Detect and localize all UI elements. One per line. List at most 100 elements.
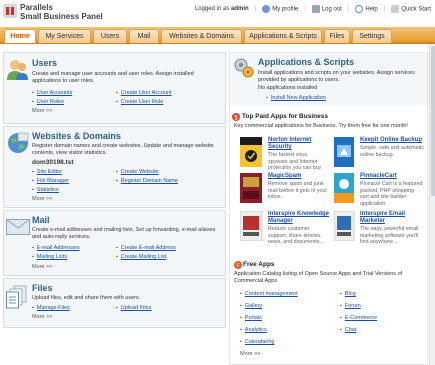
users-panel: Users Create and manage user accounts an… xyxy=(3,52,226,124)
statistics-link[interactable]: Statistics xyxy=(32,187,59,193)
help-link[interactable]: Help xyxy=(355,5,378,13)
files-title: Files xyxy=(32,283,53,293)
knowledge-manager-link[interactable]: Interspire Knowledge Manager xyxy=(268,211,330,225)
chat-link[interactable]: Chat xyxy=(340,327,357,333)
magicspam-box-icon xyxy=(240,173,262,203)
applications-description: Install applications and scripts on your… xyxy=(258,70,415,83)
email-marketer-description: The easy, powerful email marketing softw… xyxy=(360,226,419,245)
mail-more-link[interactable]: More >> xyxy=(32,264,52,270)
envelope-icon xyxy=(6,219,30,235)
current-user: admin xyxy=(231,6,249,12)
free-apps-title: Free Apps xyxy=(243,261,275,268)
tab-settings[interactable]: Settings xyxy=(352,29,392,43)
mail-panel: Mail Create e-mail addresses and mailing… xyxy=(3,210,226,276)
register-domain-link[interactable]: Register Domain Name xyxy=(116,178,178,184)
norton-link[interactable]: Norton Internet Security xyxy=(268,137,328,151)
quick-start-link[interactable]: Quick Start xyxy=(391,5,431,13)
users-icon xyxy=(7,60,28,80)
websites-title: Websites & Domains xyxy=(32,131,121,141)
mailing-lists-link[interactable]: Mailing Lists xyxy=(32,254,67,260)
create-user-account-link[interactable]: Create User Account xyxy=(116,90,172,96)
ecommerce-link[interactable]: E-Commerce xyxy=(340,315,377,321)
pinnaclecart-link[interactable]: PinnacleCart xyxy=(360,173,424,180)
quick-start-icon xyxy=(391,5,400,13)
files-description: Upload files, edit and share them with u… xyxy=(32,295,141,301)
create-email-address-link[interactable]: Create E-mail Address xyxy=(116,245,176,251)
logo-line-2: Small Business Panel xyxy=(20,12,103,21)
logged-in-label: Logged in as admin xyxy=(195,6,249,12)
globe-icon xyxy=(8,132,29,153)
domain-name: dom30198.tst xyxy=(32,159,74,166)
help-icon xyxy=(355,5,364,13)
site-editor-link[interactable]: Site Editor xyxy=(32,169,62,175)
manage-files-link[interactable]: Manage Files xyxy=(32,305,70,311)
applications-title: Applications & Scripts xyxy=(258,57,355,67)
profile-icon xyxy=(262,5,271,13)
users-description: Create and manage user accounts and user… xyxy=(32,71,194,84)
analytics-link[interactable]: Analytics xyxy=(240,327,267,333)
tab-mail[interactable]: Mail xyxy=(129,29,159,43)
calendaring-link[interactable]: Calendaring xyxy=(240,339,275,345)
my-profile-label: My profile xyxy=(272,6,299,13)
top-user-bar: Logged in as admin | My profile | Log ou… xyxy=(195,5,431,13)
users-more-link[interactable]: More >> xyxy=(32,108,52,114)
divider: | xyxy=(304,6,306,12)
tab-applications-scripts[interactable]: Applications & Scripts xyxy=(244,29,322,43)
gallery-link[interactable]: Gallery xyxy=(240,303,262,309)
files-panel: Files Upload files, edit and share them … xyxy=(3,278,226,328)
forum-link[interactable]: Forum xyxy=(340,303,361,309)
no-apps-installed: No applications installed xyxy=(258,85,318,91)
log-out-link[interactable]: Log out xyxy=(311,5,342,13)
websites-more-link[interactable]: More >> xyxy=(32,196,52,202)
magicspam-link[interactable]: MagicSpam xyxy=(268,173,328,180)
email-marketer-link[interactable]: Interspire Email Marketer xyxy=(360,211,424,225)
applications-column: Applications & Scripts Install applicati… xyxy=(229,52,428,365)
install-new-application-link[interactable]: Install New Application xyxy=(266,95,326,101)
keepit-box-icon xyxy=(334,137,354,167)
tab-my-services[interactable]: My Services xyxy=(38,29,91,43)
email-marketer-box-icon xyxy=(334,211,355,241)
divider: | xyxy=(383,6,386,12)
blog-link[interactable]: Blog xyxy=(340,291,356,297)
parallels-logo-icon xyxy=(3,4,17,18)
create-user-role-link[interactable]: Create User Role xyxy=(116,99,164,105)
main-navigation: Home My Services Users Mail Websites & D… xyxy=(0,27,435,44)
files-icon xyxy=(6,285,27,309)
scrollbar-thumb[interactable] xyxy=(431,46,435,196)
user-roles-link[interactable]: User Roles xyxy=(32,99,64,105)
product-name: Parallels Small Business Panel xyxy=(20,3,103,21)
paid-apps-icon: $ xyxy=(232,113,240,121)
users-title: Users xyxy=(32,58,58,68)
top-paid-apps-subtitle: Key commercial applications for Business… xyxy=(234,123,408,129)
my-profile-link[interactable]: My profile xyxy=(262,5,298,13)
content-management-link[interactable]: Content management xyxy=(240,291,298,297)
keepit-link[interactable]: Keepit Online Backup xyxy=(360,137,424,144)
logout-icon xyxy=(311,5,320,13)
portals-link[interactable]: Portals xyxy=(240,315,262,321)
vertical-scrollbar[interactable] xyxy=(429,44,435,365)
free-apps-more-link[interactable]: More >> xyxy=(240,351,260,357)
knowledge-manager-description: Reduce customer support, share articles,… xyxy=(268,226,324,245)
create-mailing-list-link[interactable]: Create Mailing List xyxy=(116,254,167,260)
help-label: Help xyxy=(365,6,378,13)
log-out-label: Log out xyxy=(321,6,342,13)
websites-panel: Websites & Domains Register domain names… xyxy=(3,126,226,208)
email-addresses-link[interactable]: E-mail Addresses xyxy=(32,245,80,251)
upload-files-link[interactable]: Upload Files xyxy=(116,305,152,311)
tab-websites-domains[interactable]: Websites & Domains xyxy=(161,29,242,43)
top-paid-apps-title: Top Paid Apps for Business xyxy=(242,113,328,120)
tab-users[interactable]: Users xyxy=(93,29,127,43)
file-manager-link[interactable]: File Manager xyxy=(32,178,69,184)
pinnaclecart-box-icon xyxy=(334,173,354,203)
divider: | xyxy=(347,6,350,12)
logged-in-prefix: Logged in as xyxy=(194,6,230,12)
user-accounts-link[interactable]: User Accounts xyxy=(32,90,72,96)
norton-description: The fastest virus, spyware and Internet … xyxy=(268,152,322,171)
header: Parallels Small Business Panel Logged in… xyxy=(0,0,435,26)
create-website-link[interactable]: Create Website xyxy=(116,169,159,175)
tab-files[interactable]: Files xyxy=(324,29,350,43)
files-more-link[interactable]: More >> xyxy=(32,314,52,320)
tab-home[interactable]: Home xyxy=(4,29,36,43)
norton-box-icon xyxy=(240,137,262,167)
pinnaclecart-description: Pinnacle Cart is a featured packed, PHP … xyxy=(360,181,423,207)
